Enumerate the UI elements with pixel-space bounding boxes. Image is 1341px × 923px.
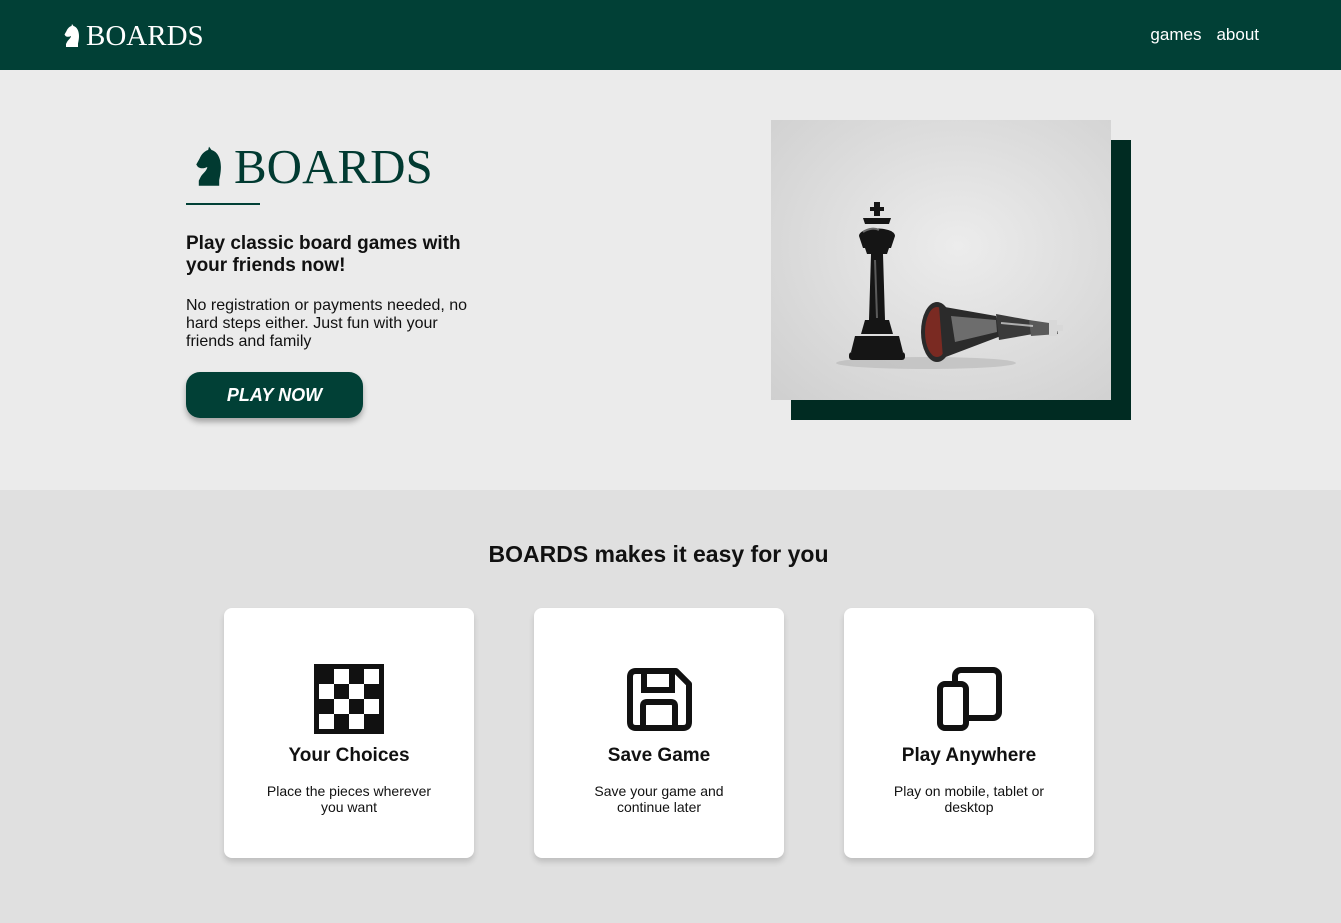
feature-card-text: Save your game and continue later [594,783,724,815]
nav-brand: BOARDS [86,20,204,52]
feature-card-play-anywhere: Play Anywhere Play on mobile, tablet or … [844,608,1094,858]
hero-description: No registration or payments needed, no h… [186,297,468,350]
devices-icon [937,667,1002,731]
play-now-button[interactable]: PLAY NOW [186,372,363,418]
nav-links: games about [1150,25,1259,45]
feature-card-title: Your Choices [288,745,410,766]
hero-divider [186,203,260,205]
nav-logo[interactable]: BOARDS [62,20,204,52]
feature-card-save-game: Save Game Save your game and continue la… [534,608,784,858]
knight-icon [64,24,79,47]
feature-card-your-choices: Your Choices Place the pieces wherever y… [224,608,474,858]
feature-card-text: Play on mobile, tablet or desktop [893,783,1045,815]
feature-card-title: Save Game [607,745,711,766]
navbar: BOARDS games about [0,0,1341,70]
features-title: BOARDS makes it easy for you [488,541,829,567]
nav-link-about[interactable]: about [1216,25,1259,45]
standing-king [849,202,905,360]
feature-card-title: Play Anywhere [901,745,1037,766]
chess-pieces-illustration [836,202,1063,369]
nav-link-games[interactable]: games [1150,25,1201,45]
chess-photo [771,120,1111,400]
checkerboard-icon [314,664,384,734]
fallen-king [921,302,1063,362]
floppy-disk-icon [627,668,692,731]
hero-brand: BOARDS [234,139,433,194]
hero-heading: Play classic board games with your frien… [186,233,461,276]
features-section: BOARDS makes it easy for you Your Choice… [0,490,1341,923]
hero-logo: BOARDS [192,140,433,194]
feature-card-text: Place the pieces wherever you want [266,783,432,815]
hero-section: BOARDS Play classic board games with you… [0,70,1341,490]
knight-icon [196,146,221,186]
